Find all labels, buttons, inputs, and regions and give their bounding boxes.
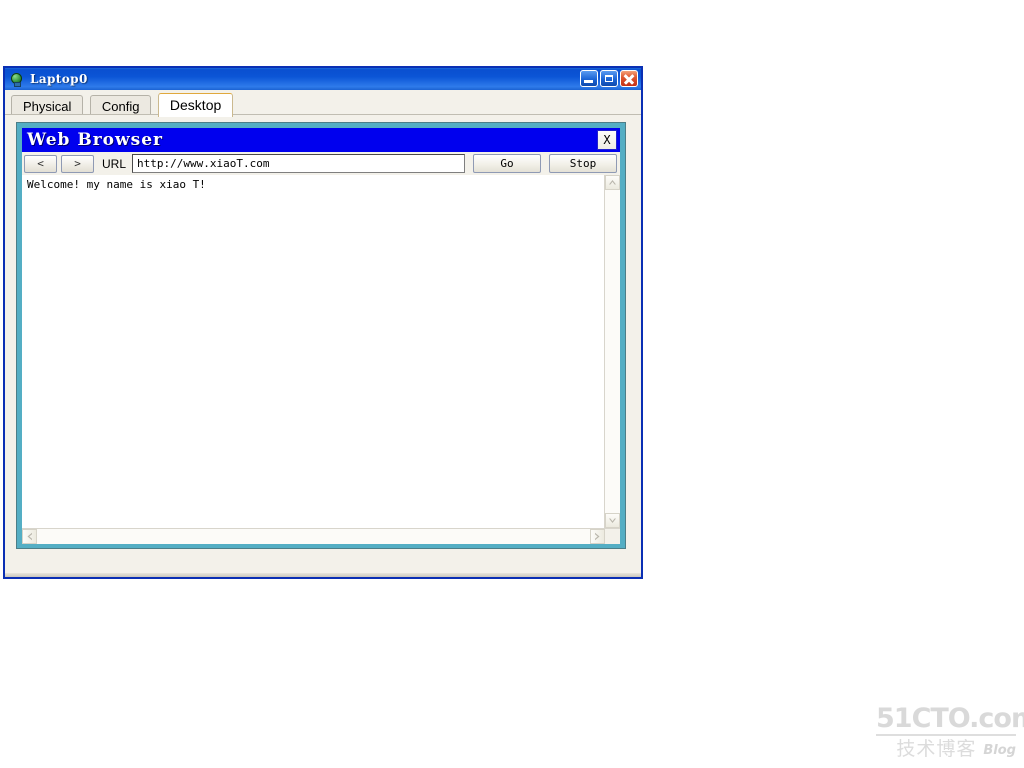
forward-button[interactable]: > bbox=[61, 154, 94, 173]
page-content: Welcome! my name is xiao T! bbox=[22, 175, 604, 528]
laptop-window: Laptop0 Physical Config Desktop Web Brow… bbox=[3, 66, 643, 579]
watermark-site: 51CTO.com bbox=[876, 703, 1024, 736]
stop-button[interactable]: Stop bbox=[549, 154, 617, 173]
url-input[interactable] bbox=[132, 154, 465, 173]
browser-content-region: Welcome! my name is xiao T! bbox=[22, 175, 620, 544]
tab-strip: Physical Config Desktop bbox=[5, 90, 641, 117]
browser-title-bar: Web Browser X bbox=[22, 128, 620, 152]
vertical-scrollbar[interactable] bbox=[604, 175, 620, 528]
watermark-blog-text: Blog bbox=[983, 743, 1016, 758]
chevron-down-icon[interactable] bbox=[605, 513, 620, 528]
window-title: Laptop0 bbox=[30, 72, 88, 86]
desktop-tab-panel: Web Browser X < > URL Go Stop Welcome! m… bbox=[5, 115, 641, 577]
minimize-icon[interactable] bbox=[580, 70, 598, 87]
web-browser-window: Web Browser X < > URL Go Stop Welcome! m… bbox=[22, 128, 620, 544]
tab-desktop[interactable]: Desktop bbox=[157, 93, 234, 117]
tab-config[interactable]: Config bbox=[89, 95, 152, 117]
web-browser-frame: Web Browser X < > URL Go Stop Welcome! m… bbox=[16, 122, 626, 549]
vertical-scroll-track[interactable] bbox=[605, 190, 620, 513]
window-title-bar[interactable]: Laptop0 bbox=[5, 68, 641, 90]
window-controls bbox=[580, 70, 638, 87]
watermark: 51CTO.com 技术博客 Blog bbox=[876, 703, 1024, 760]
url-label: URL bbox=[102, 156, 127, 171]
close-icon[interactable] bbox=[620, 70, 638, 87]
back-button[interactable]: < bbox=[24, 154, 57, 173]
chevron-up-icon[interactable] bbox=[605, 175, 620, 190]
horizontal-scroll-track[interactable] bbox=[37, 529, 590, 544]
tab-physical[interactable]: Physical bbox=[11, 95, 84, 117]
browser-title: Web Browser bbox=[27, 130, 163, 150]
go-button[interactable]: Go bbox=[473, 154, 541, 173]
watermark-cn-text: 技术博客 bbox=[896, 738, 977, 760]
horizontal-scrollbar[interactable] bbox=[22, 528, 620, 544]
maximize-icon[interactable] bbox=[600, 70, 618, 87]
laptop-globe-icon bbox=[10, 72, 25, 87]
browser-close-button[interactable]: X bbox=[597, 130, 617, 150]
chevron-left-icon[interactable] bbox=[22, 529, 37, 544]
scrollbar-corner bbox=[605, 529, 620, 544]
browser-toolbar: < > URL Go Stop bbox=[22, 152, 620, 175]
window-bottom-edge bbox=[5, 573, 641, 577]
chevron-right-icon[interactable] bbox=[590, 529, 605, 544]
